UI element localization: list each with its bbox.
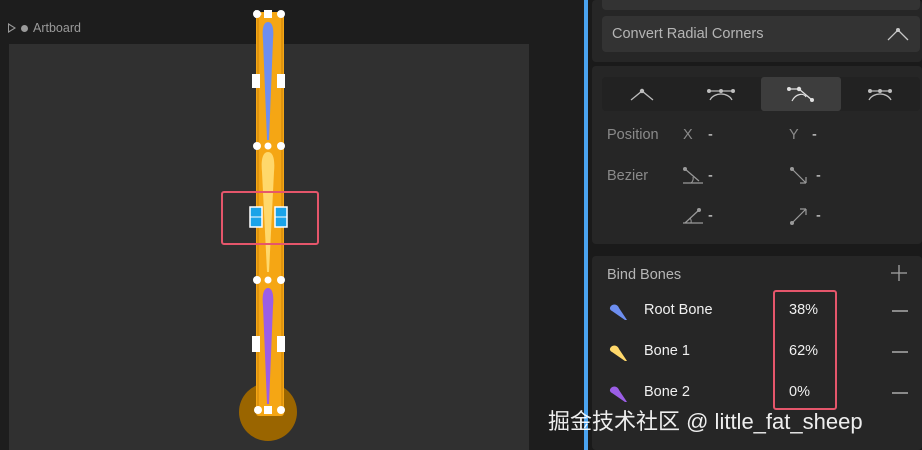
vertex-handle[interactable] <box>252 336 260 352</box>
weights-highlight-box <box>773 290 837 410</box>
vertex-section: Position X - Y - Bezier - - - - <box>592 66 922 244</box>
bezier-in-x-field[interactable]: - <box>708 168 713 184</box>
bezier-in-y-icon <box>683 208 703 224</box>
mesh-vertex[interactable] <box>277 142 285 150</box>
bone-joint[interactable] <box>264 276 272 284</box>
previous-control[interactable] <box>602 0 920 10</box>
bone-row-root-bone[interactable]: Root Bone 38% <box>592 296 922 326</box>
canvas-stage[interactable]: Artboard <box>0 0 584 450</box>
vertex-type-mirrored[interactable] <box>682 77 762 111</box>
mirrored-vertex-icon <box>707 89 736 101</box>
bone-row-bone-1[interactable]: Bone 1 62% <box>592 337 922 367</box>
straight-vertex-icon <box>630 88 654 101</box>
bone-name: Bone 2 <box>644 384 690 400</box>
mesh-vertex[interactable] <box>277 406 285 414</box>
vertex-type-straight[interactable] <box>602 77 682 111</box>
vertex-handle[interactable] <box>264 10 272 18</box>
bone-joint[interactable] <box>264 142 272 150</box>
bone-icon-2 <box>609 386 627 402</box>
bone-icon-root <box>609 304 627 320</box>
bezier-label: Bezier <box>607 168 649 184</box>
mesh-vertex[interactable] <box>253 276 261 284</box>
position-y-field[interactable]: - <box>812 127 817 143</box>
bone-name: Bone 1 <box>644 343 690 359</box>
watermark: 掘金技术社区 @ little_fat_sheep <box>548 409 863 434</box>
mesh-vertex[interactable] <box>253 142 261 150</box>
vertex-type-selector <box>602 77 920 111</box>
vertex-handle[interactable] <box>277 74 285 88</box>
detached-vertex-icon <box>786 86 814 102</box>
convert-radial-corners-button[interactable]: Convert Radial Corners <box>602 16 920 52</box>
vertex-type-detached[interactable] <box>761 77 841 111</box>
corners-section: Convert Radial Corners <box>592 0 922 62</box>
bezier-in-x-icon <box>683 167 703 184</box>
bone-name: Root Bone <box>644 302 713 318</box>
position-y-axis: Y <box>789 127 799 143</box>
remove-bone-button[interactable] <box>892 351 908 353</box>
bezier-out-y-field[interactable]: - <box>816 208 821 224</box>
mesh-vertex[interactable] <box>277 276 285 284</box>
asymmetric-vertex-icon <box>868 89 893 101</box>
convert-radial-corners-label: Convert Radial Corners <box>612 26 764 42</box>
vertex-type-asymmetric[interactable] <box>841 77 921 111</box>
position-x-field[interactable]: - <box>708 127 713 143</box>
vertex-handle[interactable] <box>252 74 260 88</box>
bone-icon-1 <box>609 345 627 361</box>
bezier-out-x-field[interactable]: - <box>816 168 821 184</box>
selection-highlight-box <box>221 191 319 245</box>
inspector-panel: Convert Radial Corners Position X - Y - … <box>588 0 922 450</box>
radial-corner-icon <box>887 28 909 41</box>
bezier-out-y-icon <box>790 208 807 225</box>
bezier-out-x-icon <box>790 167 807 184</box>
position-label: Position <box>607 127 659 143</box>
add-bone-button[interactable] <box>890 264 908 282</box>
remove-bone-button[interactable] <box>892 392 908 394</box>
remove-bone-button[interactable] <box>892 310 908 312</box>
vertex-handle[interactable] <box>277 336 285 352</box>
bezier-in-y-field[interactable]: - <box>708 208 713 224</box>
mesh-vertex[interactable] <box>254 406 262 414</box>
bind-bones-title: Bind Bones <box>607 267 682 283</box>
vertex-handle[interactable] <box>264 406 272 414</box>
mesh-vertex[interactable] <box>277 10 285 18</box>
position-x-axis: X <box>683 127 693 143</box>
